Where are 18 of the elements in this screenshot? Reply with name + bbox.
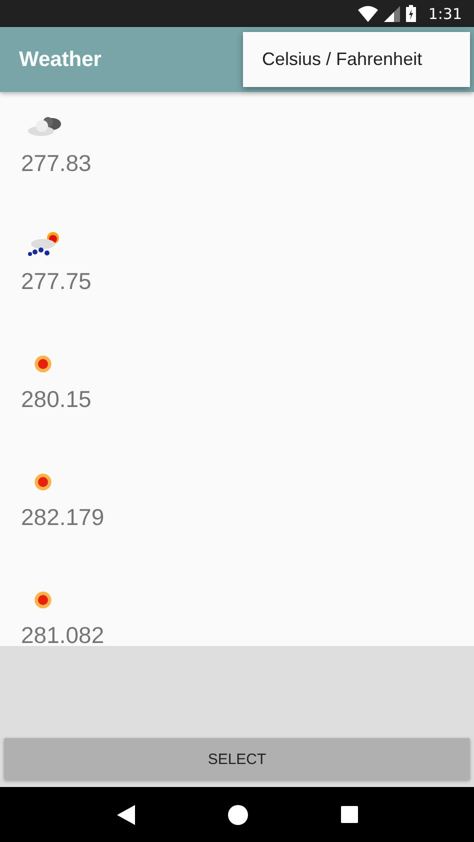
temperature-text: 281.082 <box>21 622 104 646</box>
sun-icon <box>33 354 53 374</box>
menu-item[interactable]: Celsius / Fahrenheit <box>243 49 442 70</box>
recents-icon[interactable] <box>340 806 358 823</box>
status-time: 1:31 <box>428 4 462 22</box>
sun-icon <box>33 472 53 492</box>
battery-icon <box>406 5 416 22</box>
sun-icon <box>33 590 53 610</box>
home-icon[interactable] <box>228 804 248 824</box>
wifi-icon <box>358 6 378 22</box>
temperature-text: 280.15 <box>21 386 92 413</box>
temperature-text: 282.179 <box>21 504 104 531</box>
back-icon[interactable] <box>116 804 134 824</box>
temperature-text: 277.83 <box>21 150 92 177</box>
signal-icon <box>384 6 400 22</box>
temperature-text: 277.75 <box>21 268 92 295</box>
app-title: Weather <box>19 48 102 72</box>
select-button[interactable]: SELECT <box>4 738 470 780</box>
